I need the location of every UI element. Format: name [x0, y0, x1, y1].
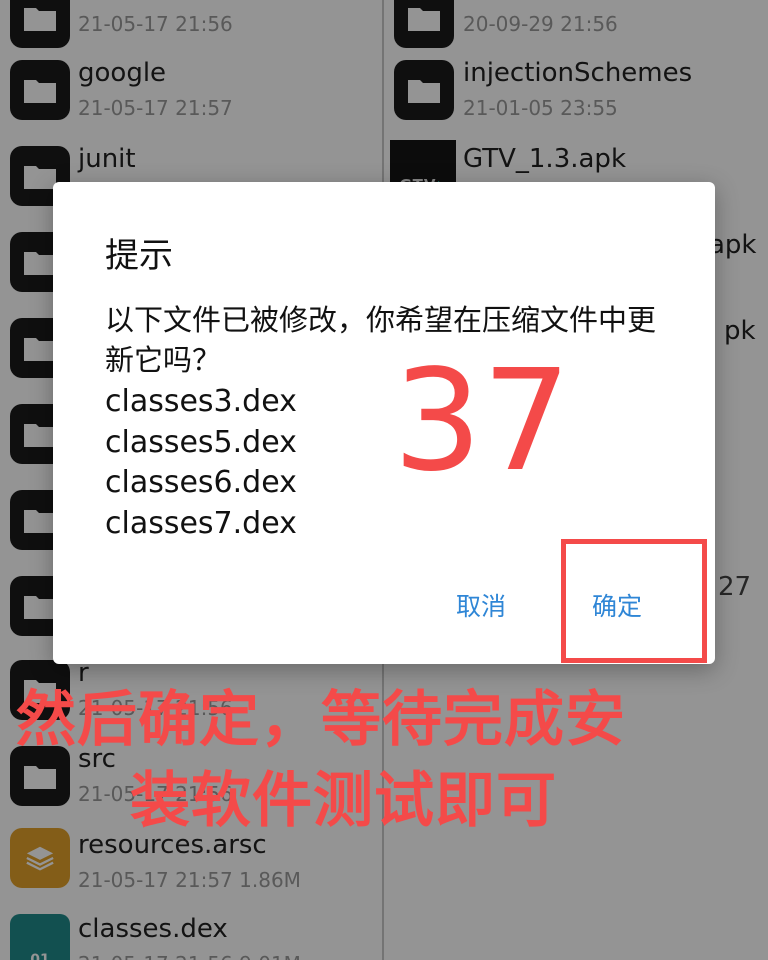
cancel-button[interactable]: 取消: [456, 587, 506, 623]
dialog-message: 以下文件已被修改，你希望在压缩文件中更新它吗？: [105, 303, 657, 377]
list-item: classes5.dex: [105, 424, 297, 460]
modified-files-list: classes3.dex classes5.dex classes6.dex c…: [105, 382, 297, 544]
highlight-box: [561, 539, 707, 663]
instruction-annotation-line1: 然后确定，等待完成安: [16, 685, 626, 755]
list-item: classes3.dex: [105, 384, 297, 419]
instruction-annotation-line2: 装软件测试即可: [130, 766, 557, 836]
list-item: classes7.dex: [105, 505, 297, 541]
dialog-title: 提示: [105, 236, 173, 276]
list-item: classes6.dex: [105, 465, 297, 500]
step-number-annotation: 37: [393, 340, 572, 503]
